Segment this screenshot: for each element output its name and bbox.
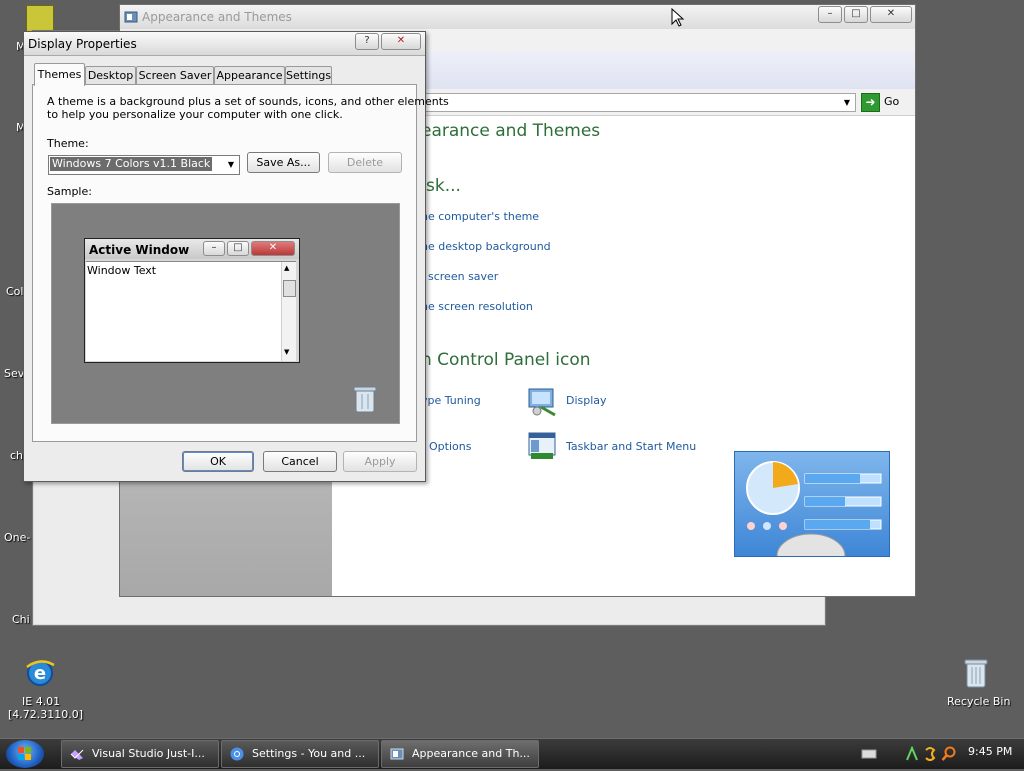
address-dropdown-icon[interactable]: ▼ bbox=[840, 95, 854, 110]
taskbar-item-visual-studio[interactable]: Visual Studio Just-I... bbox=[61, 740, 219, 768]
ie-logo-icon: e bbox=[26, 660, 55, 686]
sample-close-icon: ✕ bbox=[251, 241, 295, 256]
task-link-desktop-background[interactable]: he desktop background bbox=[421, 240, 551, 253]
theme-dropdown[interactable]: Windows 7 Colors v1.1 Black ▼ bbox=[48, 155, 240, 175]
theme-description-line-2: to help you personalize your computer wi… bbox=[47, 108, 343, 121]
taskbar-item-label: Settings - You and ... bbox=[252, 747, 366, 760]
themes-tab-panel: A theme is a background plus a set of so… bbox=[32, 84, 449, 442]
theme-sample-preview: Active Window – □ ✕ Window Text ▲ ▼ bbox=[51, 203, 400, 424]
taskbar-item-label: Appearance and Th... bbox=[412, 747, 530, 760]
ie-desktop-icon[interactable]: e bbox=[24, 657, 56, 689]
chrome-icon bbox=[230, 747, 244, 761]
control-panel-graphic bbox=[734, 451, 890, 579]
windows-logo-icon bbox=[18, 747, 31, 760]
recycle-bin-desktop-label: Recycle Bin bbox=[947, 695, 1011, 708]
sample-label: Sample: bbox=[47, 185, 92, 198]
appearance-maximize-button[interactable]: □ bbox=[844, 6, 868, 23]
ok-button[interactable]: OK bbox=[182, 451, 254, 472]
icon-link-folder-options[interactable]: Options bbox=[429, 440, 471, 453]
network-icon[interactable] bbox=[905, 746, 919, 762]
control-panel-desktop-icon[interactable] bbox=[26, 5, 54, 33]
start-button[interactable] bbox=[6, 740, 44, 768]
chevron-down-icon[interactable]: ▼ bbox=[225, 158, 237, 171]
taskbar: Visual Studio Just-I... Settings - You a… bbox=[0, 738, 1024, 769]
sample-recycle-bin-icon bbox=[353, 386, 377, 413]
visual-studio-icon bbox=[70, 749, 84, 760]
tab-appearance[interactable]: Appearance bbox=[214, 66, 285, 85]
sample-active-window: Active Window – □ ✕ Window Text ▲ ▼ bbox=[84, 238, 300, 363]
ie-version-label: [4.72.3110.0] bbox=[8, 708, 84, 721]
mouse-cursor-icon bbox=[671, 8, 685, 27]
tab-desktop[interactable]: Desktop bbox=[85, 66, 136, 85]
category-heading: earance and Themes bbox=[421, 121, 601, 141]
search-icon[interactable] bbox=[941, 746, 957, 762]
desktop-label-partial-4: Sev bbox=[4, 367, 25, 380]
address-field[interactable]: ▼ bbox=[420, 93, 856, 112]
tab-settings[interactable]: Settings bbox=[285, 66, 332, 85]
display-icon[interactable] bbox=[527, 385, 559, 417]
sample-minimize-icon: – bbox=[203, 241, 225, 256]
appearance-close-button[interactable]: ✕ bbox=[870, 6, 912, 23]
sample-scrollbar: ▲ ▼ bbox=[281, 262, 296, 361]
recycle-bin-icon bbox=[964, 659, 988, 688]
apply-button[interactable]: Apply bbox=[343, 451, 417, 472]
task-link-screen-resolution[interactable]: he screen resolution bbox=[421, 300, 533, 313]
appearance-minimize-button[interactable]: – bbox=[818, 6, 842, 23]
appearance-window-titlebar[interactable]: Appearance and Themes – □ ✕ bbox=[120, 5, 915, 30]
scroll-up-icon: ▲ bbox=[284, 264, 290, 272]
theme-description-line-1: A theme is a background plus a set of so… bbox=[47, 95, 449, 108]
taskbar-clock[interactable]: 9:45 PM bbox=[968, 745, 1012, 758]
icon-link-cleartype-tuning[interactable]: ype Tuning bbox=[421, 394, 481, 407]
cancel-button[interactable]: Cancel bbox=[263, 451, 337, 472]
help-button[interactable]: ? bbox=[355, 33, 379, 50]
svg-text:e: e bbox=[34, 663, 46, 684]
recycle-bin-desktop-icon[interactable] bbox=[962, 657, 990, 689]
pick-icon-heading: n Control Panel icon bbox=[421, 350, 591, 370]
save-as-button[interactable]: Save As... bbox=[247, 152, 320, 173]
keyboard-icon[interactable] bbox=[861, 747, 877, 761]
sample-window-titlebar: Active Window – □ ✕ bbox=[85, 239, 299, 259]
sample-window-text: Window Text bbox=[87, 264, 157, 277]
sample-window-title: Active Window bbox=[89, 243, 190, 257]
sample-window-client: Window Text ▲ ▼ bbox=[86, 261, 296, 361]
sample-maximize-icon: □ bbox=[227, 241, 249, 256]
theme-label: Theme: bbox=[47, 137, 89, 150]
control-panel-icon bbox=[390, 748, 404, 760]
go-button-label[interactable]: Go bbox=[884, 95, 899, 108]
scroll-down-icon: ▼ bbox=[284, 348, 290, 356]
tab-themes[interactable]: Themes bbox=[34, 63, 85, 86]
control-panel-icon bbox=[124, 11, 138, 23]
desktop-label-partial-6: One- bbox=[4, 531, 31, 544]
desktop-label-partial-3: Col bbox=[6, 285, 24, 298]
task-link-screen-saver[interactable]: screen saver bbox=[428, 270, 498, 283]
display-properties-title: Display Properties bbox=[28, 37, 137, 51]
go-arrow-icon[interactable]: ➜ bbox=[861, 93, 880, 112]
ie-desktop-label: IE 4.01 bbox=[22, 695, 61, 708]
scroll-thumb bbox=[283, 280, 296, 297]
taskbar-item-settings[interactable]: Settings - You and ... bbox=[221, 740, 379, 768]
display-properties-dialog[interactable]: Display Properties ? ✕ Themes Desktop Sc… bbox=[23, 31, 449, 482]
icon-link-display[interactable]: Display bbox=[566, 394, 607, 407]
dialog-close-button[interactable]: ✕ bbox=[381, 33, 421, 50]
desktop-label-partial-7: Chi bbox=[12, 613, 30, 626]
delete-button[interactable]: Delete bbox=[328, 152, 402, 173]
theme-dropdown-value: Windows 7 Colors v1.1 Black bbox=[50, 157, 213, 171]
taskbar-item-appearance[interactable]: Appearance and Th... bbox=[381, 740, 539, 768]
icon-link-taskbar-start-menu[interactable]: Taskbar and Start Menu bbox=[566, 440, 696, 453]
taskbar-item-label: Visual Studio Just-I... bbox=[92, 747, 205, 760]
pick-task-heading: sk... bbox=[426, 176, 461, 196]
desktop-label-partial-5: ch bbox=[10, 449, 24, 462]
display-properties-titlebar[interactable]: Display Properties ? ✕ bbox=[24, 32, 425, 56]
tab-screen-saver[interactable]: Screen Saver bbox=[136, 66, 214, 85]
sync-icon[interactable] bbox=[923, 746, 937, 762]
appearance-window-title: Appearance and Themes bbox=[142, 10, 292, 24]
taskbar-start-menu-icon[interactable] bbox=[527, 431, 559, 463]
task-link-change-theme[interactable]: he computer's theme bbox=[421, 210, 539, 223]
control-panel-illustration-icon bbox=[746, 461, 882, 579]
